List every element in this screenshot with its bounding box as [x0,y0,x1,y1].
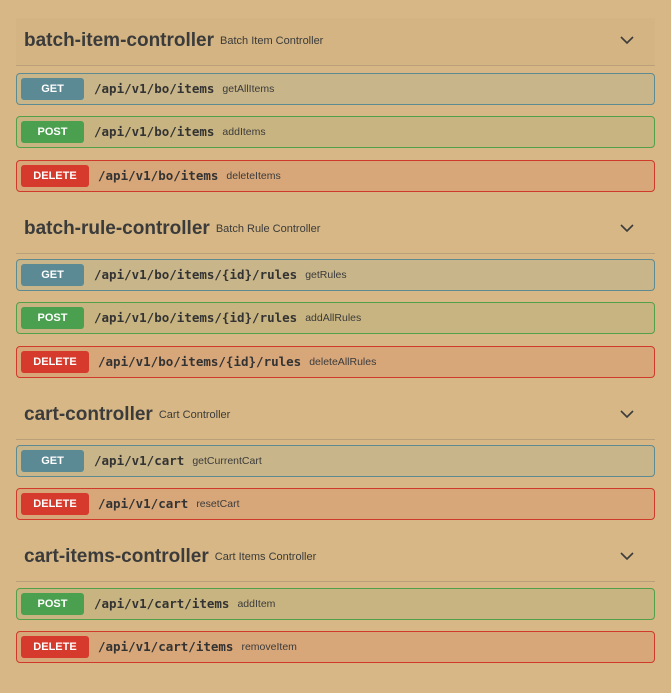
section-batch-item-controller: batch-item-controller Batch Item Controll… [16,18,655,66]
chevron-down-icon[interactable] [619,550,635,562]
section-header[interactable]: batch-rule-controller Batch Rule Controll… [16,206,655,254]
operation-id: removeItem [241,641,297,653]
method-badge-post: POST [21,121,84,143]
operation-id: resetCart [196,498,240,510]
swagger-operations-list: batch-item-controller Batch Item Controll… [0,0,671,693]
operation-path: /api/v1/bo/items/{id}/rules deleteAllRule… [98,354,377,369]
section-title: batch-rule-controller Batch Rule Controll… [24,218,321,239]
section-description: Cart Items Controller [214,551,317,563]
section-title: batch-item-controller Batch Item Controll… [24,30,324,51]
operation-path: /api/v1/bo/items addItems [94,124,266,139]
method-badge-post: POST [21,307,84,329]
chevron-down-icon[interactable] [619,222,635,234]
section-title: cart-controller Cart Controller [24,404,231,425]
operation-id: getRules [305,269,347,281]
section-header[interactable]: batch-item-controller Batch Item Controll… [16,18,655,66]
section-description: Batch Item Controller [220,35,324,47]
section-header[interactable]: cart-controller Cart Controller [16,392,655,440]
operation-id: addAllRules [305,312,362,324]
operation-id: getAllItems [222,83,275,95]
operation-get-rules[interactable]: GET /api/v1/bo/items/{id}/rules getRules [16,259,655,291]
operation-id: addItem [237,598,276,610]
operation-post-cart-items[interactable]: POST /api/v1/cart/items addItem [16,588,655,620]
section-cart-items-controller: cart-items-controller Cart Items Controll… [16,534,655,582]
section-title: cart-items-controller Cart Items Controll… [24,546,317,567]
operation-id: deleteAllRules [309,356,377,368]
method-badge-delete: DELETE [21,636,89,658]
operation-id: addItems [222,126,266,138]
section-description: Batch Rule Controller [215,223,321,235]
operation-path: /api/v1/cart/items addItem [94,596,276,611]
method-badge-delete: DELETE [21,351,89,373]
operation-get-items[interactable]: GET /api/v1/bo/items getAllItems [16,73,655,105]
operation-path: /api/v1/bo/items/{id}/rules getRules [94,267,347,282]
operation-path: /api/v1/cart/items removeItem [98,639,297,654]
operation-path: /api/v1/bo/items getAllItems [94,81,275,96]
operation-id: deleteItems [226,170,281,182]
method-badge-delete: DELETE [21,165,89,187]
operation-get-cart[interactable]: GET /api/v1/cart getCurrentCart [16,445,655,477]
method-badge-delete: DELETE [21,493,89,515]
method-badge-get: GET [21,450,84,472]
section-description: Cart Controller [158,409,231,421]
method-badge-get: GET [21,264,84,286]
operation-path: /api/v1/bo/items/{id}/rules addAllRules [94,310,362,325]
method-badge-post: POST [21,593,84,615]
section-header[interactable]: cart-items-controller Cart Items Controll… [16,534,655,582]
operation-id: getCurrentCart [192,455,262,467]
operation-path: /api/v1/bo/items deleteItems [98,168,281,183]
operation-path: /api/v1/cart getCurrentCart [94,453,262,468]
operation-path: /api/v1/cart resetCart [98,496,240,511]
section-cart-controller: cart-controller Cart Controller [16,392,655,440]
operation-delete-cart[interactable]: DELETE /api/v1/cart resetCart [16,488,655,520]
operation-delete-cart-items[interactable]: DELETE /api/v1/cart/items removeItem [16,631,655,663]
chevron-down-icon[interactable] [619,408,635,420]
operation-delete-items[interactable]: DELETE /api/v1/bo/items deleteItems [16,160,655,192]
operation-post-items[interactable]: POST /api/v1/bo/items addItems [16,116,655,148]
operation-post-rules[interactable]: POST /api/v1/bo/items/{id}/rules addAllRu… [16,302,655,334]
chevron-down-icon[interactable] [619,34,635,46]
operation-delete-rules[interactable]: DELETE /api/v1/bo/items/{id}/rules delete… [16,346,655,378]
section-batch-rule-controller: batch-rule-controller Batch Rule Controll… [16,206,655,254]
method-badge-get: GET [21,78,84,100]
